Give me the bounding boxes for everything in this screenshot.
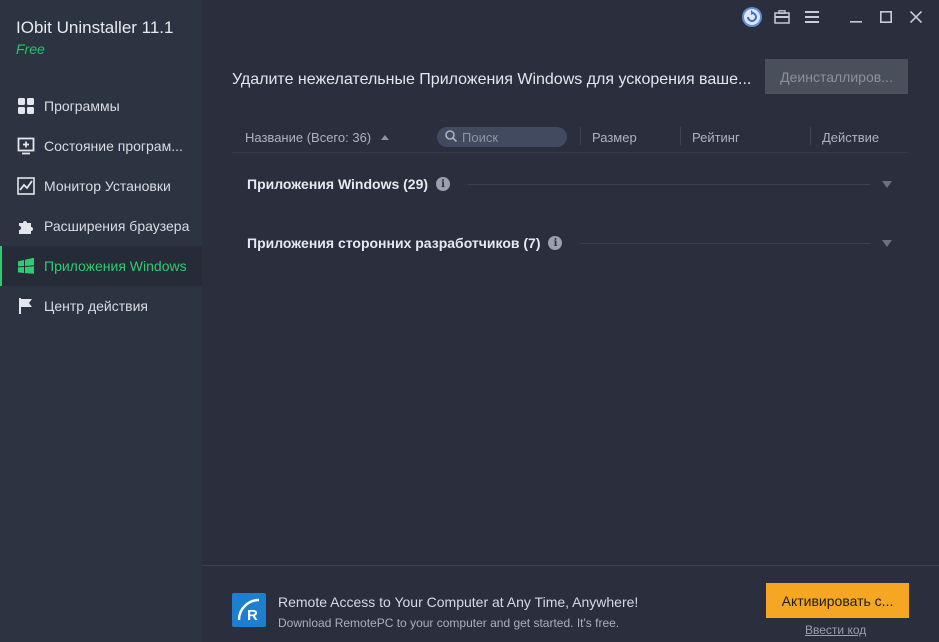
minimize-icon[interactable] [841, 6, 871, 28]
menu-icon[interactable] [797, 6, 827, 28]
info-icon[interactable]: i [436, 177, 451, 191]
footer-promo: R Remote Access to Your Computer at Any … [202, 565, 939, 642]
column-size[interactable]: Размер [592, 130, 637, 145]
sidebar-item-label: Расширения браузера [44, 218, 190, 234]
grid-icon [16, 96, 36, 116]
chart-line-icon [16, 176, 36, 196]
group-label: Приложения Windows (29) [247, 176, 429, 192]
refresh-icon[interactable] [737, 6, 767, 28]
column-rating[interactable]: Рейтинг [692, 130, 740, 145]
sidebar: IObit Uninstaller 11.1 Free Программы Со… [0, 0, 202, 642]
main-panel: Удалите нежелательные Приложения Windows… [202, 0, 939, 642]
column-name[interactable]: Название (Всего: 36) [245, 130, 389, 145]
search-box [437, 127, 567, 147]
sidebar-item-label: Центр действия [44, 298, 148, 314]
maximize-icon[interactable] [871, 6, 901, 28]
sort-up-icon [380, 135, 389, 140]
sidebar-item-label: Состояние програм... [44, 138, 183, 154]
list-column-header: Название (Всего: 36) Размер Рейтинг Дейс… [232, 121, 908, 153]
search-icon [445, 129, 458, 145]
column-action[interactable]: Действие [822, 130, 879, 145]
promo-subtitle[interactable]: Download RemotePC to your computer and g… [278, 616, 619, 630]
sidebar-item-action-center[interactable]: Центр действия [0, 286, 202, 326]
chevron-down-icon[interactable] [882, 180, 892, 188]
sidebar-item-browser-extensions[interactable]: Расширения браузера [0, 206, 202, 246]
sidebar-item-label: Программы [44, 98, 120, 114]
app-title: IObit Uninstaller 11.1 [16, 18, 174, 37]
remotepc-logo-icon[interactable]: R [232, 593, 266, 627]
monitor-plus-icon [16, 136, 36, 156]
sidebar-item-install-monitor[interactable]: Монитор Установки [0, 166, 202, 206]
window-controls [737, 6, 931, 28]
sidebar-item-programs[interactable]: Программы [0, 86, 202, 126]
sidebar-item-windows-apps[interactable]: Приложения Windows [0, 246, 202, 286]
puzzle-icon [16, 216, 36, 236]
svg-text:R: R [247, 607, 258, 624]
group-label: Приложения сторонних разработчиков (7) [247, 235, 541, 251]
uninstall-button[interactable]: Деинсталлиров... [765, 59, 908, 94]
group-third-party-apps[interactable]: Приложения сторонних разработчиков (7) i [247, 231, 892, 255]
sidebar-item-label: Приложения Windows [44, 258, 187, 274]
page-description: Удалите нежелательные Приложения Windows… [232, 71, 752, 88]
app-edition: Free [16, 41, 45, 57]
flag-icon [16, 296, 36, 316]
sidebar-item-label: Монитор Установки [44, 178, 171, 194]
enter-code-link[interactable]: Ввести код [805, 623, 866, 637]
sidebar-nav: Программы Состояние програм... Монитор У… [0, 86, 202, 326]
chevron-down-icon[interactable] [882, 239, 892, 247]
activate-button[interactable]: Активировать с... [766, 583, 909, 618]
close-icon[interactable] [901, 6, 931, 28]
search-input[interactable] [462, 129, 562, 145]
info-icon[interactable]: i [548, 236, 563, 250]
promo-title[interactable]: Remote Access to Your Computer at Any Ti… [278, 594, 638, 610]
toolbox-icon[interactable] [767, 6, 797, 28]
group-windows-apps[interactable]: Приложения Windows (29) i [247, 172, 892, 196]
windows-logo-icon [16, 256, 36, 276]
sidebar-item-program-state[interactable]: Состояние програм... [0, 126, 202, 166]
